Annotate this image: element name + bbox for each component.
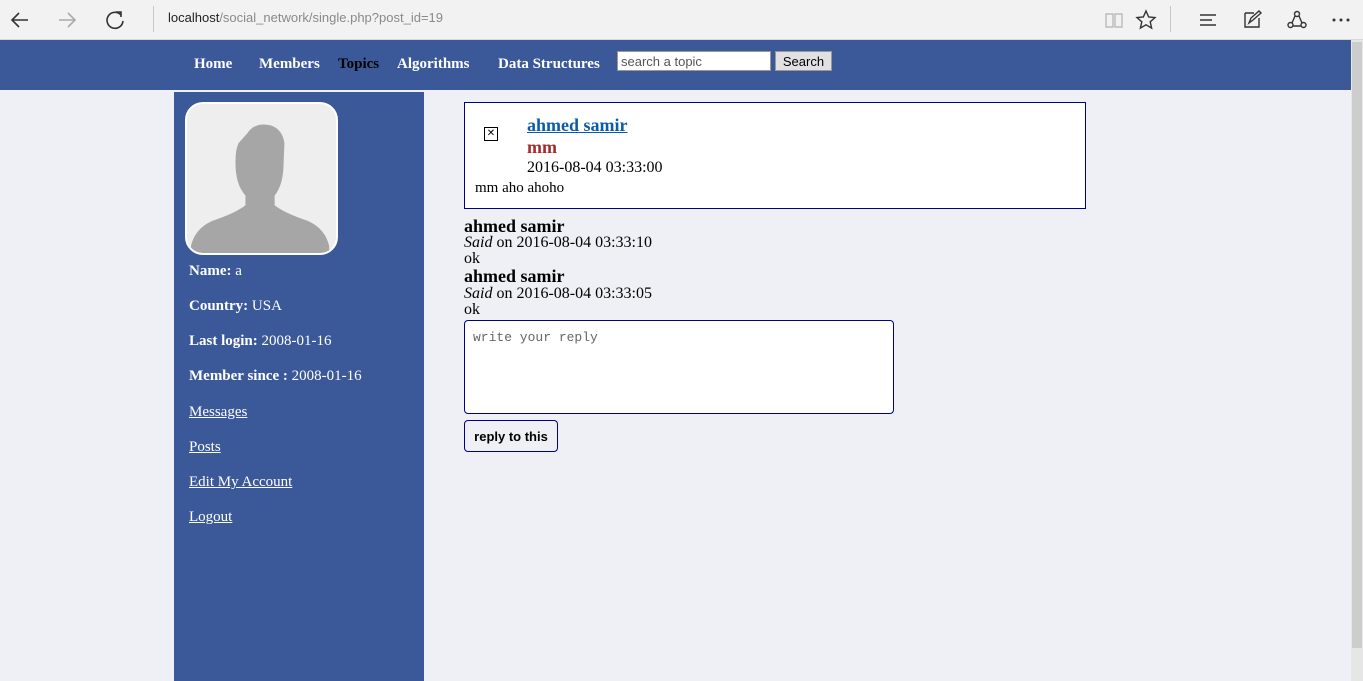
search-button[interactable]: Search xyxy=(775,51,832,71)
share-icon[interactable] xyxy=(1283,6,1311,34)
url-host: localhost xyxy=(168,10,220,25)
profile-country-row: Country: USA xyxy=(189,298,282,315)
reply-text: ok xyxy=(464,301,480,318)
reply-said-label: Said xyxy=(464,285,493,302)
search-input[interactable] xyxy=(617,51,771,71)
user-silhouette-icon xyxy=(190,124,330,253)
sidebar-link-logout[interactable]: Logout xyxy=(189,509,232,526)
sidebar-link-posts[interactable]: Posts xyxy=(189,439,221,456)
post-body: mm aho ahoho xyxy=(475,180,565,196)
country-value: USA xyxy=(251,298,282,314)
browser-toolbar: localhost/social_network/single.php?post… xyxy=(0,0,1363,40)
country-label: Country: xyxy=(189,298,249,314)
nav-data-structures[interactable]: Data Structures xyxy=(498,56,600,73)
post-card: ✕ ahmed samir mm 2016-08-04 03:33:00 mm … xyxy=(464,102,1086,209)
more-options-icon[interactable] xyxy=(1327,6,1355,34)
refresh-icon[interactable] xyxy=(101,6,129,34)
reply-textarea[interactable] xyxy=(464,320,894,414)
reply-submit-button[interactable]: reply to this xyxy=(464,420,558,452)
toolbar-separator xyxy=(1170,6,1171,32)
address-bar[interactable]: localhost/social_network/single.php?post… xyxy=(168,10,443,25)
reading-view-icon[interactable] xyxy=(1100,6,1128,34)
reply-said-line: Said on 2016-08-04 03:33:10 xyxy=(464,234,652,252)
reply-date: on 2016-08-04 03:33:10 xyxy=(496,234,652,251)
nav-topics[interactable]: Topics xyxy=(338,56,379,73)
profile-last-login-row: Last login: 2008-01-16 xyxy=(189,333,332,350)
favorite-star-icon[interactable] xyxy=(1132,6,1160,34)
profile-sidebar: Name: a Country: USA Last login: 2008-01… xyxy=(174,92,424,681)
post-title: mm xyxy=(527,137,557,157)
nav-algorithms[interactable]: Algorithms xyxy=(397,56,470,73)
scrollbar-thumb[interactable] xyxy=(1352,42,1362,648)
last-login-value: 2008-01-16 xyxy=(261,333,332,349)
post-author-link[interactable]: ahmed samir xyxy=(527,115,628,136)
nav-home[interactable]: Home xyxy=(194,56,232,73)
sidebar-link-messages[interactable]: Messages xyxy=(189,404,247,421)
back-icon[interactable] xyxy=(6,6,34,34)
url-path: /social_network/single.php?post_id=19 xyxy=(219,10,443,25)
name-value: a xyxy=(235,263,242,279)
member-since-label: Member since : xyxy=(189,368,288,384)
web-note-icon[interactable] xyxy=(1238,6,1266,34)
sidebar-link-edit-account[interactable]: Edit My Account xyxy=(189,474,292,491)
broken-image-icon: ✕ xyxy=(484,127,498,141)
reply-date: on 2016-08-04 03:33:05 xyxy=(496,285,652,302)
avatar xyxy=(185,102,338,255)
profile-name-row: Name: a xyxy=(189,263,242,280)
profile-member-since-row: Member since : 2008-01-16 xyxy=(189,368,362,385)
name-label: Name: xyxy=(189,263,232,279)
member-since-value: 2008-01-16 xyxy=(291,368,362,384)
last-login-label: Last login: xyxy=(189,333,258,349)
reply-said-label: Said xyxy=(464,234,493,251)
post-date: 2016-08-04 03:33:00 xyxy=(527,159,663,176)
reply-said-line: Said on 2016-08-04 03:33:05 xyxy=(464,285,652,303)
forward-icon[interactable] xyxy=(53,6,81,34)
site-navbar: Home Members Topics Algorithms Data Stru… xyxy=(0,40,1351,90)
nav-members[interactable]: Members xyxy=(259,56,320,73)
reply-author: ahmed samir xyxy=(464,266,565,286)
url-separator xyxy=(153,6,154,32)
hub-icon[interactable] xyxy=(1194,6,1222,34)
